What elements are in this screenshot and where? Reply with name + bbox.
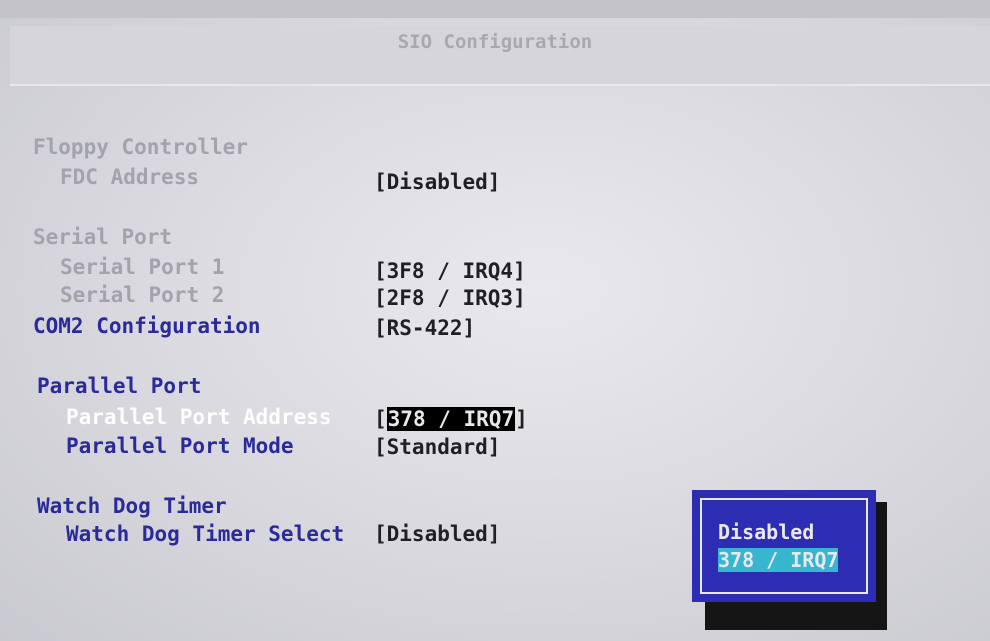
page-title: SIO Configuration [397, 31, 593, 53]
bios-screen: SIO Configuration Floppy Controller FDC … [0, 0, 990, 641]
parallel-port-mode-value[interactable]: [Standard] [374, 435, 500, 459]
serial-port-1-label: Serial Port 1 [60, 255, 225, 279]
parallel-port-address-selected-text: 378 / IRQ7 [386, 407, 516, 431]
fdc-address-value: [Disabled] [374, 170, 501, 194]
bracket-open: [ [374, 407, 387, 431]
parallel-port-address-value[interactable]: [378 / IRQ7] [374, 407, 528, 431]
option-popup: Disabled 378 / IRQ7 [692, 490, 876, 602]
com2-configuration-label[interactable]: COM2 Configuration [33, 314, 261, 338]
fdc-address-label: FDC Address [60, 165, 200, 189]
bracket-close: ] [515, 407, 528, 431]
watch-dog-timer-select-value[interactable]: [Disabled] [374, 522, 500, 546]
parallel-port-address-label[interactable]: Parallel Port Address [66, 405, 332, 429]
parallel-port-mode-label[interactable]: Parallel Port Mode [66, 434, 294, 458]
com2-configuration-value[interactable]: [RS-422] [374, 316, 475, 340]
watch-dog-timer-select-label[interactable]: Watch Dog Timer Select [66, 522, 344, 546]
parallel-port-heading: Parallel Port [37, 374, 202, 398]
top-band [0, 0, 990, 18]
serial-port-2-label: Serial Port 2 [60, 283, 225, 307]
floppy-controller-heading: Floppy Controller [33, 135, 248, 159]
serial-port-2-value: [2F8 / IRQ3] [374, 286, 526, 310]
option-popup-frame: Disabled 378 / IRQ7 [700, 498, 868, 594]
watch-dog-timer-heading: Watch Dog Timer [37, 494, 227, 518]
serial-port-heading: Serial Port [33, 225, 173, 249]
popup-option-disabled[interactable]: Disabled [718, 520, 814, 544]
popup-option-378-irq7[interactable]: 378 / IRQ7 [718, 548, 839, 572]
serial-port-1-value: [3F8 / IRQ4] [374, 259, 526, 283]
